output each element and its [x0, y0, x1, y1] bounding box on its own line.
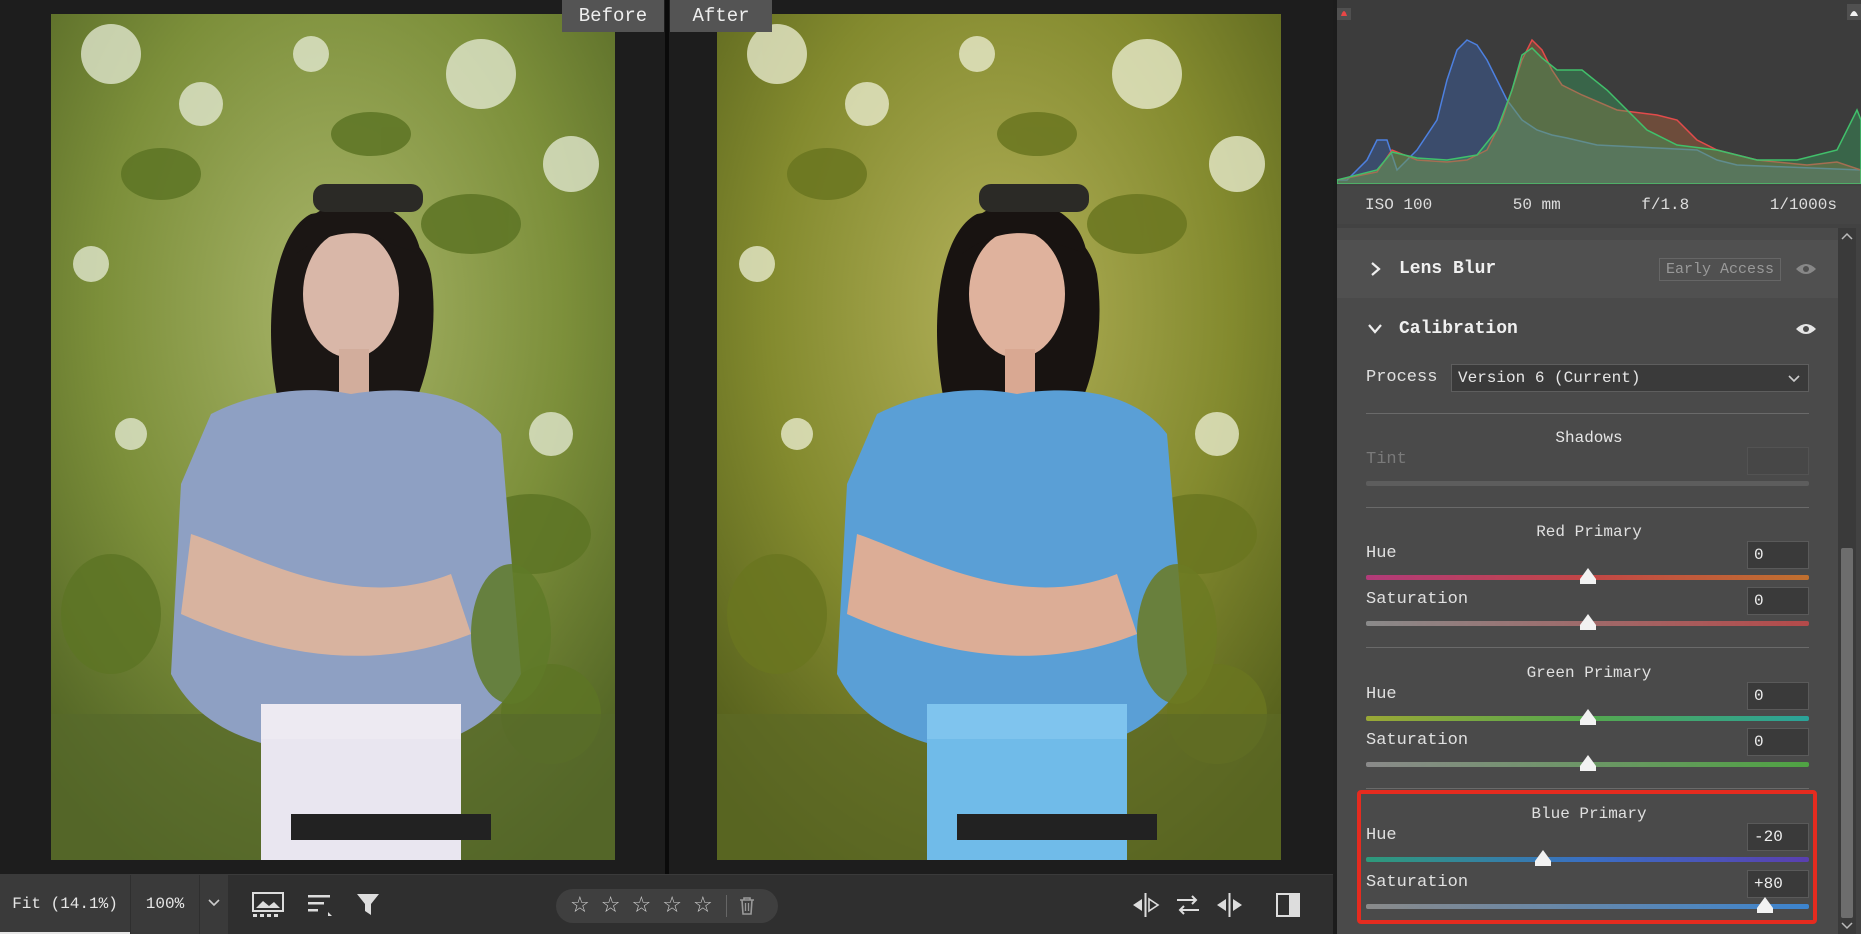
green-hue-label: Hue: [1366, 685, 1397, 704]
slider-thumb[interactable]: [1756, 897, 1773, 913]
star-rating: ☆ ☆ ☆ ☆ ☆: [556, 889, 778, 923]
green-saturation-input[interactable]: 0: [1747, 728, 1809, 756]
star-3[interactable]: ☆: [631, 889, 651, 923]
zoom-dropdown-button[interactable]: [200, 875, 228, 934]
process-label: Process: [1366, 368, 1438, 387]
process-value: Version 6 (Current): [1458, 369, 1641, 387]
blue-hue-slider[interactable]: [1366, 857, 1809, 862]
calibration-header[interactable]: Calibration: [1337, 300, 1841, 358]
shutter-value: 1/1000s: [1769, 196, 1837, 214]
scroll-down-icon[interactable]: [1838, 920, 1856, 932]
swap-arrows-icon: [1177, 895, 1199, 915]
shadows-tint-input: [1747, 447, 1809, 475]
swap-settings-button[interactable]: [1170, 889, 1206, 921]
copy-settings-icon: [1217, 893, 1242, 917]
sort-icon: [308, 895, 332, 916]
blue-saturation-label: Saturation: [1366, 873, 1469, 892]
preview-canvas: Before After: [0, 0, 1333, 874]
eye-icon[interactable]: [1795, 322, 1817, 336]
sort-button[interactable]: [302, 889, 338, 921]
slider-thumb[interactable]: [1535, 850, 1552, 866]
slider-thumb[interactable]: [1579, 755, 1596, 771]
zoom-100-button[interactable]: 100%: [131, 875, 199, 934]
red-primary-title: Red Primary: [1536, 523, 1642, 541]
aperture-value: f/1.8: [1641, 196, 1690, 214]
blue-saturation-input[interactable]: +80: [1747, 870, 1809, 898]
red-saturation-label: Saturation: [1366, 590, 1469, 609]
chevron-down-icon: [1368, 324, 1382, 334]
blue-hue-label: Hue: [1366, 826, 1397, 845]
divider: [1366, 413, 1809, 414]
iso-value: ISO 100: [1365, 196, 1433, 214]
before-after-toggle-button[interactable]: [1270, 889, 1306, 921]
red-hue-input[interactable]: 0: [1747, 541, 1809, 569]
before-after-icon: [1276, 893, 1300, 917]
edit-panel: ISO 100 50 mm f/1.8 1/1000s Lens Blur Ea…: [1336, 0, 1861, 934]
histogram: [1336, 0, 1861, 185]
blue-primary-title: Blue Primary: [1531, 805, 1647, 823]
filter-icon: [357, 894, 379, 915]
blue-hue-input[interactable]: -20: [1747, 823, 1809, 851]
before-image: [51, 14, 615, 860]
lens-blur-header[interactable]: Lens Blur Early Access: [1337, 240, 1841, 298]
chevron-right-icon: [1371, 262, 1381, 276]
chevron-down-icon: [1788, 375, 1800, 383]
lens-blur-title: Lens Blur: [1399, 259, 1497, 279]
calibration-title: Calibration: [1399, 319, 1518, 339]
zoom-fit-button[interactable]: Fit (14.1%): [0, 875, 130, 934]
star-4[interactable]: ☆: [662, 889, 682, 923]
red-hue-label: Hue: [1366, 544, 1397, 563]
star-5[interactable]: ☆: [693, 889, 713, 923]
shadows-tint-slider: [1366, 481, 1809, 486]
split-divider[interactable]: [665, 0, 669, 874]
camera-raw-window: Before After Fit (14.1%) 100% ☆ ☆ ☆ ☆ ☆ …: [0, 0, 1861, 934]
divider: [1366, 647, 1809, 648]
camera-info-bar: ISO 100 50 mm f/1.8 1/1000s: [1337, 186, 1861, 224]
shadows-tint-label: Tint: [1366, 450, 1407, 469]
slider-thumb[interactable]: [1579, 709, 1596, 725]
red-saturation-input[interactable]: 0: [1747, 587, 1809, 615]
before-label: Before: [562, 0, 664, 32]
image-preview-icon: [252, 892, 284, 917]
divider: [1366, 788, 1809, 789]
slider-thumb[interactable]: [1579, 614, 1596, 630]
process-dropdown[interactable]: Version 6 (Current): [1451, 364, 1809, 392]
green-primary-title: Green Primary: [1526, 664, 1652, 682]
filter-button[interactable]: [350, 889, 386, 921]
chevron-down-icon: [208, 899, 220, 907]
swap-view-button[interactable]: [1128, 889, 1164, 921]
slider-thumb[interactable]: [1579, 568, 1596, 584]
star-1[interactable]: ☆: [570, 889, 590, 923]
green-saturation-label: Saturation: [1366, 731, 1469, 750]
blue-saturation-slider[interactable]: [1366, 904, 1809, 909]
green-hue-input[interactable]: 0: [1747, 682, 1809, 710]
scrollbar-thumb[interactable]: [1841, 548, 1853, 918]
scroll-up-icon[interactable]: [1838, 230, 1856, 242]
after-label: After: [670, 0, 772, 32]
star-2[interactable]: ☆: [601, 889, 621, 923]
early-access-badge: Early Access: [1658, 257, 1781, 281]
settings-scroll-area: Lens Blur Early Access Calibration Proce…: [1337, 228, 1841, 934]
eye-icon[interactable]: [1795, 262, 1817, 276]
divider: [1366, 507, 1809, 508]
bottom-toolbar: Fit (14.1%) 100% ☆ ☆ ☆ ☆ ☆: [0, 874, 1333, 934]
trash-icon[interactable]: [738, 896, 756, 916]
image-view-button[interactable]: [250, 889, 286, 921]
copy-settings-button[interactable]: [1212, 889, 1248, 921]
shadows-title: Shadows: [1555, 429, 1623, 447]
focal-length-value: 50 mm: [1512, 196, 1561, 214]
after-image: [717, 14, 1281, 860]
compare-split-icon: [1133, 893, 1160, 917]
